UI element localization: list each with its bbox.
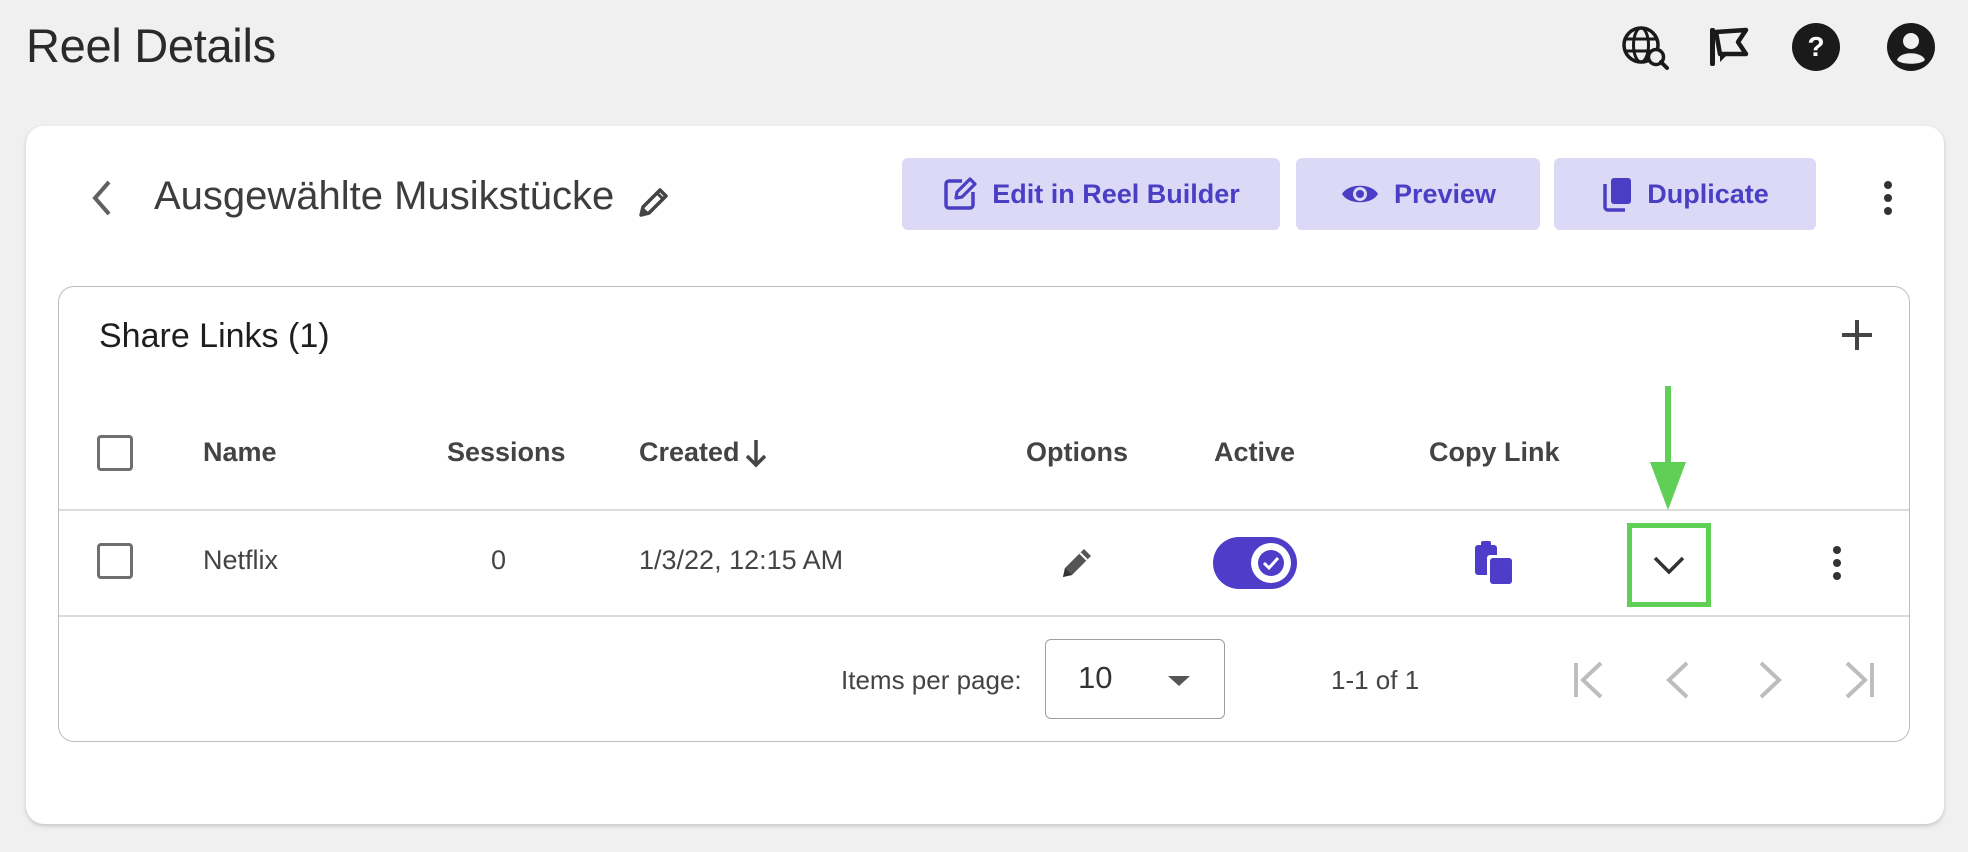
svg-text:?: ? — [1807, 31, 1824, 62]
column-header-created-label: Created — [639, 437, 740, 467]
edit-reel-name-pencil-icon[interactable] — [636, 184, 672, 220]
dropdown-caret-icon — [1168, 676, 1190, 686]
previous-page-icon[interactable] — [1653, 655, 1703, 705]
reel-name: Ausgewählte Musikstücke — [154, 174, 615, 218]
duplicate-button[interactable]: Duplicate — [1554, 158, 1816, 230]
row-created: 1/3/22, 12:15 AM — [639, 545, 844, 575]
row-divider — [59, 615, 1909, 617]
select-all-checkbox[interactable] — [97, 435, 133, 471]
first-page-icon[interactable] — [1563, 655, 1613, 705]
account-icon[interactable] — [1886, 22, 1936, 72]
row-expand-button[interactable] — [1627, 523, 1711, 607]
column-header-options: Options — [1026, 437, 1128, 467]
reel-more-options-icon[interactable] — [1868, 174, 1908, 222]
share-links-panel: Share Links (1) Name Sessions Created Op… — [58, 286, 1910, 742]
eye-icon — [1341, 185, 1378, 203]
chevron-down-icon — [1653, 556, 1685, 575]
row-more-options-icon[interactable] — [1817, 543, 1857, 583]
row-checkbox[interactable] — [97, 543, 133, 579]
row-active-toggle[interactable] — [1213, 537, 1297, 589]
header-divider — [59, 509, 1909, 511]
items-per-page-label: Items per page: — [841, 665, 1022, 695]
annotation-arrow-icon — [1648, 386, 1688, 517]
preview-label: Preview — [1393, 178, 1497, 209]
edit-in-reel-builder-button[interactable]: Edit in Reel Builder — [902, 158, 1280, 230]
top-bar: Reel Details ? — [0, 0, 1968, 95]
row-sessions: 0 — [491, 545, 507, 575]
check-circle-icon — [1258, 550, 1284, 576]
edit-square-icon — [944, 177, 977, 210]
column-header-created[interactable]: Created — [639, 437, 768, 468]
share-links-title: Share Links (1) — [99, 317, 330, 355]
edit-in-reel-builder-label: Edit in Reel Builder — [992, 178, 1240, 209]
items-per-page-value: 10 — [1078, 660, 1113, 695]
row-name: Netflix — [203, 545, 279, 575]
items-per-page-select[interactable]: 10 — [1045, 639, 1225, 719]
announcement-flag-icon[interactable] — [1704, 22, 1754, 72]
preview-button[interactable]: Preview — [1296, 158, 1540, 230]
column-header-sessions[interactable]: Sessions — [447, 437, 566, 468]
column-header-name[interactable]: Name — [203, 437, 277, 468]
web-search-icon[interactable] — [1620, 22, 1670, 72]
page-title: Reel Details — [26, 19, 276, 72]
last-page-icon[interactable] — [1835, 655, 1885, 705]
add-share-link-icon[interactable] — [1833, 311, 1881, 359]
column-header-copy-link: Copy Link — [1429, 437, 1560, 467]
help-icon[interactable]: ? — [1791, 22, 1841, 72]
sort-descending-arrow-icon — [745, 439, 766, 467]
back-button[interactable] — [78, 174, 126, 222]
duplicate-label: Duplicate — [1647, 178, 1769, 209]
column-header-active[interactable]: Active — [1214, 437, 1295, 468]
next-page-icon[interactable] — [1745, 655, 1795, 705]
toggle-knob — [1251, 543, 1291, 583]
pagination-range: 1-1 of 1 — [1331, 665, 1420, 695]
copy-icon — [1603, 178, 1632, 212]
row-edit-pencil-icon[interactable] — [1057, 543, 1097, 583]
copy-link-icon[interactable] — [1471, 539, 1515, 587]
